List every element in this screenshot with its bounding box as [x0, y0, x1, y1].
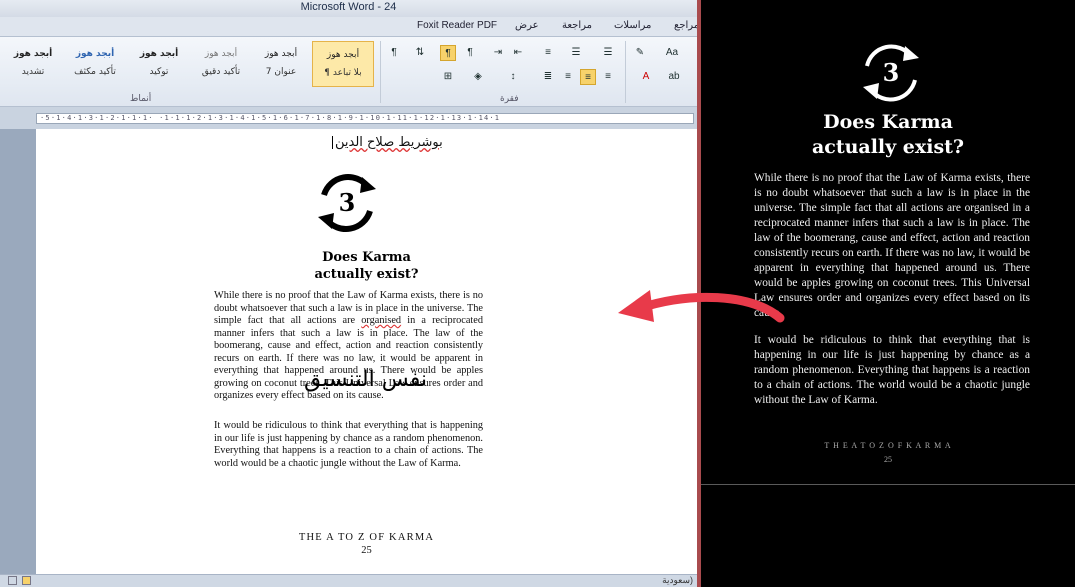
style-name: توكيد: [149, 67, 169, 77]
screenshot: Microsoft Word - 24 Foxit Reader PDF عرض…: [0, 0, 1075, 587]
window-title: Microsoft Word - 24: [300, 1, 397, 13]
footer-page-number: 25: [361, 545, 372, 556]
tab-mailings[interactable]: مراسلات: [614, 20, 651, 31]
group-separator: [380, 41, 381, 103]
bullet-list-icon[interactable]: ☰: [600, 45, 616, 61]
decrease-indent-icon[interactable]: ⇤: [510, 45, 526, 61]
line-spacing-icon[interactable]: ↕: [505, 69, 521, 85]
justify-icon[interactable]: ≣: [540, 69, 556, 85]
document-area: بوشريط صلاح الدين 3 Does Karma actually …: [0, 129, 697, 574]
style-strong[interactable]: أبجد هوز تشديد: [2, 41, 64, 87]
title-bar: Microsoft Word - 24: [0, 0, 697, 17]
chapter-number: 3: [339, 188, 356, 217]
karma-cycle-icon: 3: [318, 174, 376, 232]
document-page[interactable]: بوشريط صلاح الدين 3 Does Karma actually …: [36, 129, 697, 574]
style-sample: أبجد هوز: [75, 49, 115, 59]
align-center-icon[interactable]: ≡: [580, 69, 596, 85]
style-subtle-emphasis[interactable]: أبجد هوز تأكيد دقيق: [190, 41, 252, 87]
group-separator: [625, 41, 626, 103]
author-line[interactable]: بوشريط صلاح الدين: [332, 135, 443, 150]
author-name: بوشريط صلاح الدين: [335, 135, 443, 150]
red-arrow-icon: [618, 290, 785, 323]
body-paragraph-2[interactable]: It would be ridiculous to think that eve…: [214, 420, 483, 470]
shading-icon[interactable]: ◈: [470, 69, 486, 85]
horizontal-ruler[interactable]: ·5·1·4·1·3·1·2·1·1·1· ·1·1·1·2·1·3·1·4·1…: [0, 107, 697, 129]
style-sample: أبجد هوز: [264, 49, 298, 59]
tab-references[interactable]: مراجع: [674, 20, 697, 31]
numbered-list-icon[interactable]: ☰: [568, 45, 584, 61]
multilevel-list-icon[interactable]: ≡: [540, 45, 556, 61]
clear-format-icon[interactable]: ✎: [632, 45, 648, 61]
style-sample: أبجد هوز: [204, 49, 238, 59]
align-right-icon[interactable]: ≡: [560, 69, 576, 85]
reference-title-line1: Does Karma: [823, 111, 953, 133]
ltr-direction-icon[interactable]: ¶: [440, 45, 456, 61]
borders-icon[interactable]: ⊞: [440, 69, 456, 85]
status-bar: سعودية): [0, 574, 697, 587]
ribbon-tabs: Foxit Reader PDF عرض مراجعة مراسلات مراج…: [0, 17, 697, 37]
reference-page-number: 25: [884, 455, 892, 464]
style-name: تشديد: [21, 67, 45, 77]
tab-view[interactable]: عرض: [515, 20, 539, 31]
style-no-spacing[interactable]: أبجد هوز ¶ بلا تباعد: [312, 41, 374, 87]
style-sample: أبجد هوز: [326, 50, 360, 60]
text-cursor: [332, 136, 333, 149]
style-emphasis[interactable]: أبجد هوز توكيد: [128, 41, 190, 87]
pilcrow-icon[interactable]: ¶: [386, 45, 402, 61]
karma-cycle-icon: 3: [863, 44, 919, 102]
page-title-line2: actually exist?: [314, 267, 419, 282]
tab-foxit-reader-pdf[interactable]: Foxit Reader PDF: [417, 20, 497, 31]
language-indicator[interactable]: سعودية): [662, 575, 693, 586]
reference-paragraph-2: It would be ridiculous to think that eve…: [754, 334, 1030, 406]
word-window: Microsoft Word - 24 Foxit Reader PDF عرض…: [0, 0, 697, 587]
style-sample: أبجد هوز: [13, 49, 53, 59]
reference-title-line2: actually exist?: [811, 136, 965, 158]
group-label-paragraph: فقرة: [500, 94, 519, 104]
chapter-number: 3: [883, 58, 900, 87]
page-title-line1: Does Karma: [322, 250, 411, 265]
view-print-layout-icon[interactable]: [8, 576, 17, 585]
ribbon: أبجد هوز تشديد أبجد هوز تأكيد مكثف أبجد …: [0, 37, 697, 107]
group-label-styles: أنماط: [130, 94, 152, 104]
ruler-ticks: ·5·1·4·1·3·1·2·1·1·1· ·1·1·1·2·1·3·1·4·1…: [40, 114, 501, 122]
style-name: تأكيد مكثف: [74, 67, 116, 77]
style-name: عنوان 7: [265, 67, 297, 77]
overlay-caption: نفس التنسيق: [304, 367, 427, 392]
style-sample: أبجد هوز: [139, 49, 179, 59]
misspelled-word: organised: [361, 315, 402, 326]
highlight-icon[interactable]: ab: [666, 69, 682, 85]
font-size-icon[interactable]: Aa: [662, 45, 682, 61]
footer-book-title: THE A TO Z OF KARMA: [298, 532, 435, 543]
sort-icon[interactable]: ⇅: [412, 45, 428, 61]
style-intense-emphasis[interactable]: أبجد هوز تأكيد مكثف: [64, 41, 126, 87]
style-heading-7[interactable]: أبجد هوز عنوان 7: [250, 41, 312, 87]
tab-review[interactable]: مراجعة: [562, 20, 592, 31]
reference-footer-title: T H E A T O Z O F K A R M A: [824, 441, 952, 450]
style-name: ¶ بلا تباعد: [324, 68, 362, 78]
increase-indent-icon[interactable]: ⇥: [490, 45, 506, 61]
view-full-screen-icon[interactable]: [22, 576, 31, 585]
rtl-direction-icon[interactable]: ¶: [462, 45, 478, 61]
font-color-icon[interactable]: A: [638, 69, 654, 85]
reference-paragraph-1: While there is no proof that the Law of …: [754, 172, 1030, 319]
align-left-icon[interactable]: ≡: [600, 69, 616, 85]
style-name: تأكيد دقيق: [201, 67, 241, 77]
page-bottom-rule: [701, 484, 1075, 485]
